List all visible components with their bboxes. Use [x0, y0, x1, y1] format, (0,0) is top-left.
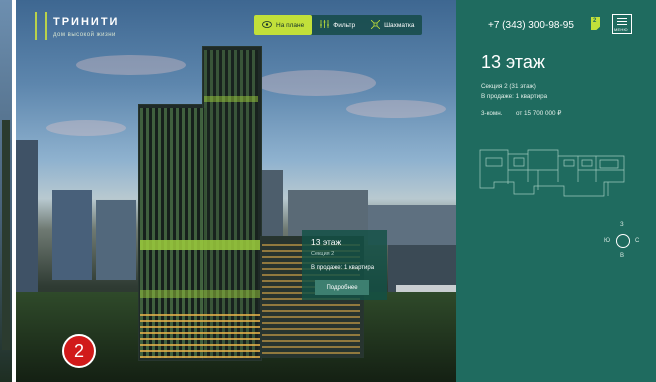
- compass-icon: [616, 234, 630, 248]
- tab-on-plan[interactable]: На плане: [254, 15, 313, 35]
- tab-chessboard[interactable]: Шахматка: [363, 15, 422, 35]
- eye-icon: [262, 20, 272, 30]
- compass-bottom: В: [620, 253, 625, 259]
- floor-availability: В продаже: 1 квартира: [481, 93, 548, 100]
- apartment-type: 3-комн.: [481, 110, 503, 117]
- popup-details-button[interactable]: Подробнее: [315, 280, 369, 295]
- apartment-price: от 15 700 000 ₽: [516, 110, 562, 117]
- document-icon[interactable]: 2: [591, 17, 600, 30]
- popup-section: Секция 2: [311, 251, 335, 257]
- view-nav: На плане Фильтр Шахматка: [254, 15, 423, 35]
- previous-slide-edge: [0, 0, 12, 382]
- menu-button-label: МЕНЮ: [614, 27, 628, 32]
- menu-button[interactable]: МЕНЮ: [612, 14, 632, 34]
- compass-right: С: [635, 238, 640, 244]
- floor-title: 13 этаж: [481, 52, 545, 72]
- tab-filter[interactable]: Фильтр: [312, 15, 363, 35]
- document-badge: 2: [593, 18, 597, 24]
- tab-on-plan-label: На плане: [276, 21, 305, 29]
- tab-filter-label: Фильтр: [333, 21, 356, 29]
- popup-floor-title: 13 этаж: [311, 237, 342, 247]
- compass-top: З: [620, 222, 624, 228]
- phone-link[interactable]: +7 (343) 300-98-95: [488, 20, 574, 31]
- floor-plan[interactable]: [478, 148, 628, 198]
- logo[interactable]: ТРИНИТИ дом высокой жизни: [35, 12, 165, 42]
- floor-section: Секция 2 (31 этаж): [481, 83, 536, 90]
- filter-icon: [320, 20, 330, 30]
- tab-chessboard-label: Шахматка: [384, 21, 415, 29]
- logo-mark-icon: [35, 12, 47, 40]
- compass-left: Ю: [604, 238, 611, 244]
- building-viewer: ТРИНИТИ дом высокой жизни На плане Фильт…: [0, 0, 656, 382]
- compass: З Ю С В: [604, 222, 644, 262]
- popup-availability: В продаже: 1 квартира: [311, 265, 375, 271]
- building-photo: [16, 0, 456, 382]
- annotation-number-badge: 2: [62, 334, 96, 368]
- floor-popup: 13 этаж Секция 2 В продаже: 1 квартира П…: [302, 230, 387, 300]
- logo-subtitle: дом высокой жизни: [53, 32, 116, 38]
- grid-icon: [370, 19, 381, 31]
- floor-info-panel: +7 (343) 300-98-95 2 МЕНЮ 13 этаж Секция…: [456, 0, 656, 382]
- logo-name: ТРИНИТИ: [53, 16, 120, 28]
